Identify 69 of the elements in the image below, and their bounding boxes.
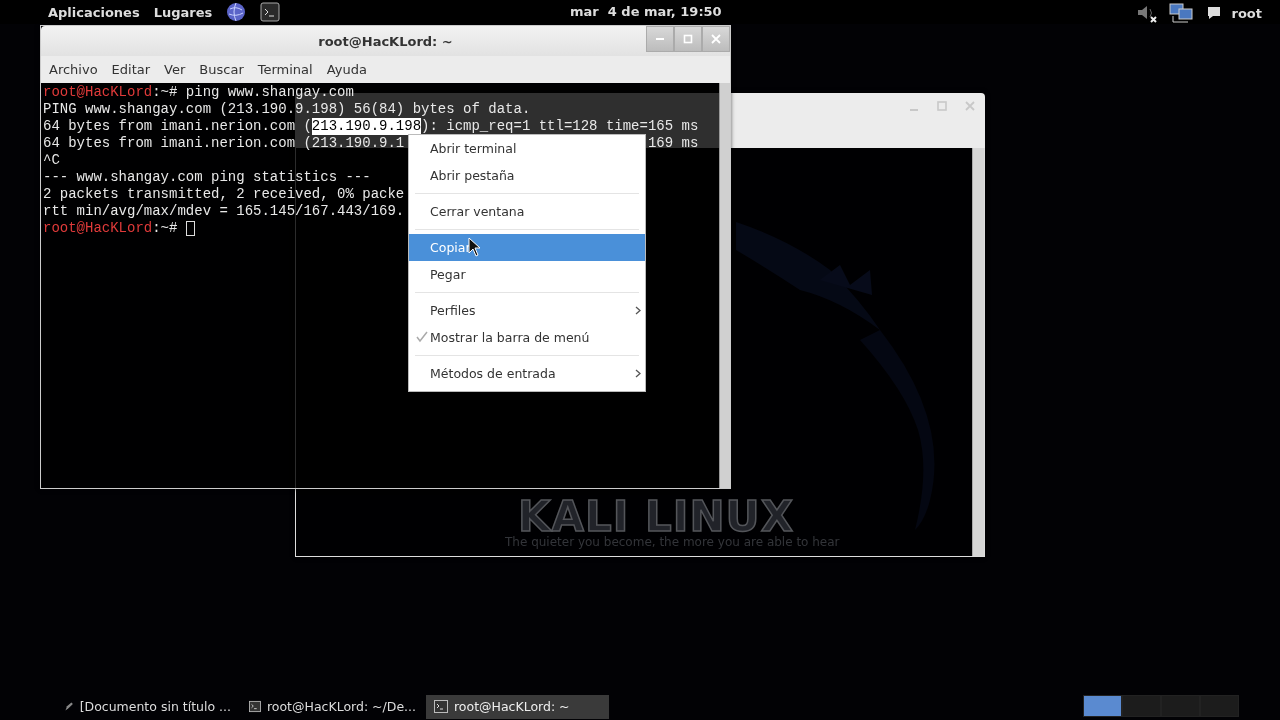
close-icon[interactable] — [963, 99, 977, 113]
terminal-text: ^C — [43, 152, 60, 169]
menu-label: Perfiles — [429, 303, 476, 318]
scrollbar[interactable] — [719, 83, 730, 488]
workspace-switcher-cell[interactable] — [1083, 695, 1122, 717]
user-menu[interactable]: root — [1231, 5, 1262, 21]
clock[interactable]: mar 4 de mar, 19:50 — [570, 4, 722, 19]
taskbar-item[interactable]: root@HacKLord: ~ — [426, 694, 609, 719]
mouse-pointer-icon — [468, 237, 481, 257]
close-icon — [711, 34, 721, 44]
maximize-icon[interactable] — [935, 99, 949, 113]
globe-icon[interactable] — [226, 2, 247, 22]
scrollbar[interactable] — [972, 148, 984, 556]
minimize-icon — [656, 38, 664, 40]
menu-item[interactable]: Mostrar la barra de menú — [409, 324, 645, 351]
prompt-text: root@HacKLord — [43, 220, 153, 237]
workspace-switcher-cell[interactable] — [1122, 695, 1161, 717]
minimize-button[interactable] — [646, 26, 674, 52]
menu-label: Pegar — [429, 267, 466, 282]
muted-speaker-icon[interactable] — [1135, 3, 1158, 23]
menu-item[interactable]: Archivo — [49, 62, 98, 77]
menu-item[interactable]: Ver — [164, 62, 186, 77]
workspace-switcher-cell[interactable] — [1161, 695, 1200, 717]
menu-item[interactable]: Perfiles — [409, 297, 645, 324]
chevron-icon — [635, 369, 641, 378]
menu-item[interactable]: Buscar — [199, 62, 244, 77]
taskbar-item[interactable]: [Documento sin título ... — [56, 694, 239, 719]
menu-label: Mostrar la barra de menú — [429, 330, 590, 345]
network-icon[interactable] — [1167, 2, 1196, 24]
terminal-text: --- www.shangay.com ping statistics --- — [43, 169, 371, 186]
menu-item[interactable]: Terminal — [257, 62, 313, 77]
menu-label: Abrir pestaña — [429, 168, 515, 183]
window-title: root@HacKLord: ~ — [318, 33, 453, 49]
maximize-button[interactable] — [674, 26, 702, 52]
menu-label: Copiar — [429, 240, 471, 255]
menu-item[interactable]: Ayuda — [326, 62, 367, 77]
terminal-text: 169 ms — [647, 135, 699, 152]
panel-menu[interactable]: Lugares — [153, 4, 213, 20]
menu-item[interactable]: Cerrar ventana — [409, 198, 645, 225]
menu-item[interactable]: Abrir terminal — [409, 135, 645, 162]
selected-text: 213.190.9.198 — [311, 118, 422, 135]
chevron-icon — [635, 306, 641, 315]
pen-icon — [64, 700, 74, 713]
text-cursor — [185, 221, 195, 236]
terminal-icon — [249, 700, 261, 713]
menu-item[interactable]: Métodos de entrada — [409, 360, 645, 387]
terminal-text: 64 bytes from imani.nerion.com (213.190.9.1 — [43, 135, 405, 152]
panel-menu[interactable]: Aplicaciones — [48, 4, 140, 20]
maximize-icon — [683, 34, 693, 44]
terminal-text: :~# ping www.shangay.com — [152, 84, 354, 101]
taskbar-item[interactable]: root@HacKLord: ~/De... — [241, 694, 424, 719]
chat-icon[interactable] — [1205, 5, 1222, 21]
terminal-text: 64 bytes from imani.nerion.com ( — [43, 118, 312, 135]
workspace-switcher-cell[interactable] — [1200, 695, 1239, 717]
terminal-icon[interactable] — [260, 2, 281, 22]
menu-label: Abrir terminal — [429, 141, 517, 156]
close-button[interactable] — [702, 26, 730, 52]
terminal-text: 2 packets transmitted, 2 received, 0% packe — [43, 186, 405, 203]
menu-item[interactable]: Pegar — [409, 261, 645, 288]
terminal-text: PING www.shangay.com (213.190.9.198) 56(84) bytes of data. — [43, 101, 531, 118]
menu-label: Cerrar ventana — [429, 204, 525, 219]
terminal-text: ): icmp_req=1 ttl=128 time=165 ms — [421, 118, 699, 135]
menu-label: Métodos de entrada — [429, 366, 556, 381]
menu-item[interactable]: Abrir pestaña — [409, 162, 645, 189]
prompt-text: root@HacKLord — [43, 84, 153, 101]
terminal-text: rtt min/avg/max/mdev = 165.145/167.443/169. — [43, 203, 405, 220]
terminal-text: :~# — [152, 220, 179, 237]
menu-item[interactable]: Editar — [111, 62, 151, 77]
terminal-icon — [434, 700, 448, 713]
